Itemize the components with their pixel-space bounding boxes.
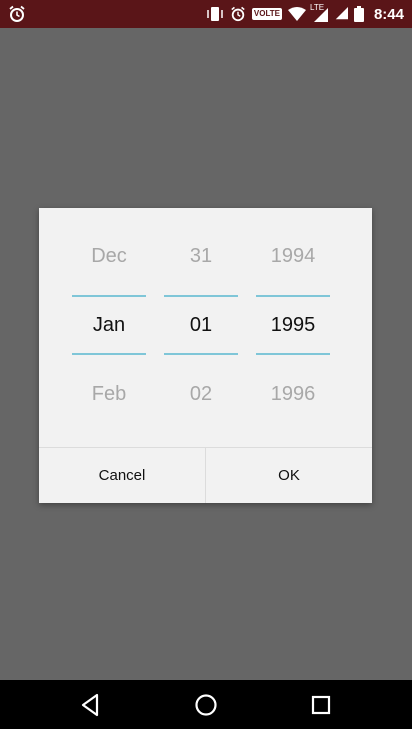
ok-button[interactable]: OK [206, 448, 372, 503]
month-next[interactable]: Feb [72, 383, 146, 406]
day-next[interactable]: 02 [164, 383, 238, 406]
status-time: 8:44 [373, 5, 404, 23]
navigation-bar [0, 680, 412, 729]
month-current[interactable]: Jan [72, 314, 146, 337]
day-current[interactable]: 01 [164, 314, 238, 337]
status-bar: VOLTE LTE 8:44 [0, 0, 412, 28]
battery-icon [353, 6, 364, 22]
alarm-icon [9, 5, 25, 22]
signal-icon [335, 7, 348, 20]
year-picker[interactable]: 1994 1995 1996 [256, 208, 330, 448]
day-divider-bottom [164, 353, 238, 355]
month-prev[interactable]: Dec [72, 245, 146, 268]
back-icon[interactable] [78, 692, 104, 718]
home-icon[interactable] [193, 692, 219, 718]
date-picker-dialog: Dec Jan Feb 31 01 02 1994 1995 1996 Canc… [39, 208, 372, 503]
year-prev[interactable]: 1994 [256, 245, 330, 268]
volte-badge: VOLTE [251, 8, 282, 20]
year-divider-bottom [256, 353, 330, 355]
month-picker[interactable]: Dec Jan Feb [72, 208, 146, 448]
wifi-icon [287, 7, 306, 21]
day-divider-top [164, 295, 238, 297]
recents-icon[interactable] [308, 692, 334, 718]
vibrate-icon [207, 7, 223, 21]
day-picker[interactable]: 31 01 02 [164, 208, 238, 448]
day-prev[interactable]: 31 [164, 245, 238, 268]
signal-icon [313, 8, 328, 22]
year-current[interactable]: 1995 [256, 314, 330, 337]
cancel-button[interactable]: Cancel [39, 448, 205, 503]
year-divider-top [256, 295, 330, 297]
month-divider-bottom [72, 353, 146, 355]
month-divider-top [72, 295, 146, 297]
year-next[interactable]: 1996 [256, 383, 330, 406]
alarm-icon [231, 6, 245, 22]
